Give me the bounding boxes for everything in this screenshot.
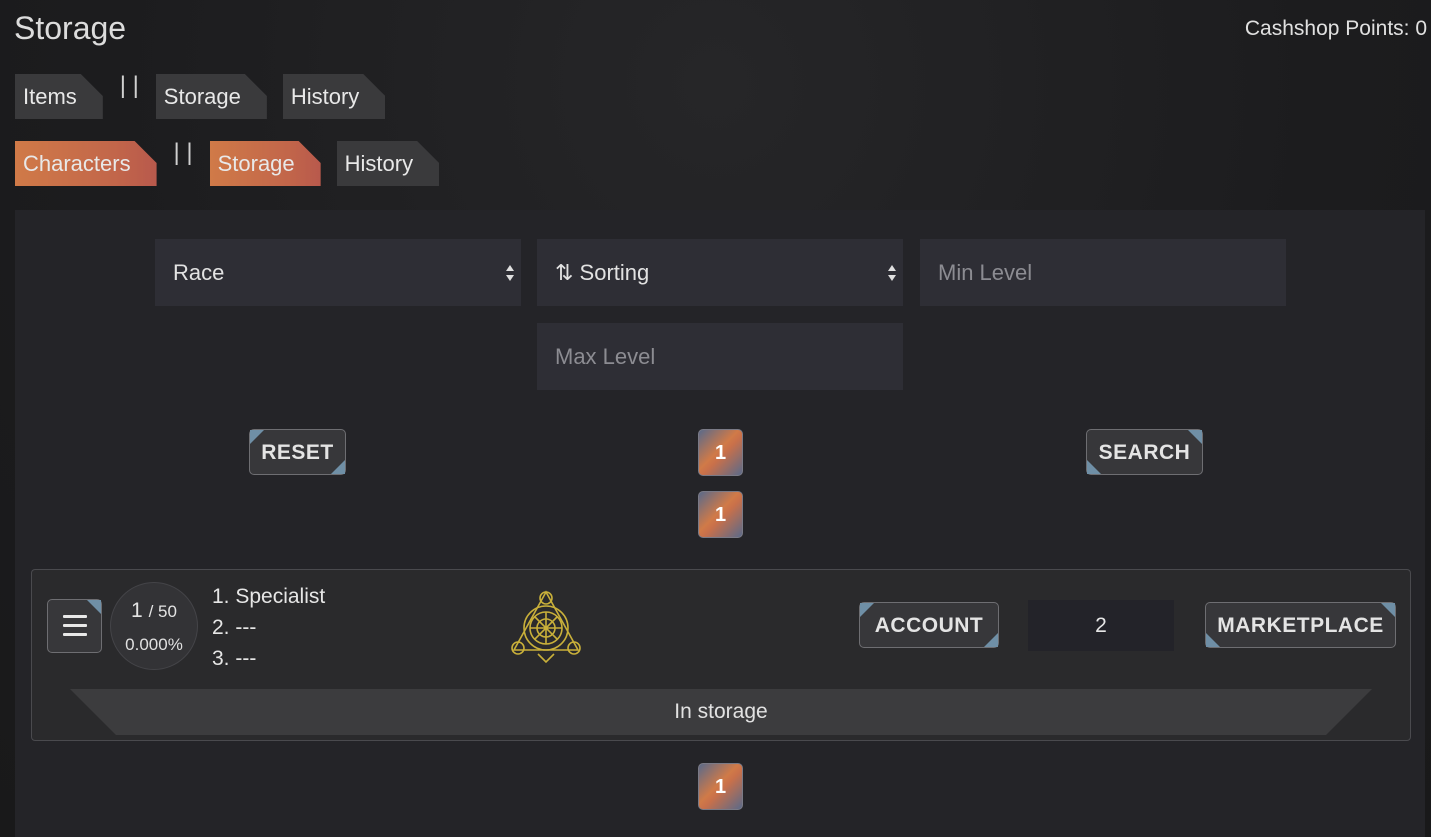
tab-items[interactable]: Items: [15, 74, 103, 119]
spec-item: 2. ---: [212, 616, 257, 639]
sorting-select-value: ⇅ Sorting: [555, 260, 650, 285]
search-button[interactable]: SEARCH: [1086, 429, 1203, 475]
filter-panel: Race ⇅ Sorting Min Level Max Level RESET…: [15, 210, 1425, 837]
character-card: 1 / 50 0.000% 1. Specialist 2. --- 3. --…: [31, 569, 1411, 741]
items-tab-row: Items | | Storage History: [15, 71, 385, 119]
quantity-display: 2: [1028, 600, 1174, 651]
class-emblem-icon: [511, 590, 581, 664]
page-title: Storage: [14, 10, 127, 46]
tab-items-history[interactable]: History: [283, 74, 385, 119]
tab-characters-history[interactable]: History: [337, 141, 439, 186]
tab-items-storage[interactable]: Storage: [156, 74, 267, 119]
status-bar: In storage: [70, 689, 1372, 735]
exp-percent: 0.000%: [125, 635, 183, 654]
select-caret-icon: [505, 265, 515, 281]
max-level-input[interactable]: Max Level: [537, 323, 903, 390]
race-select-value: Race: [173, 260, 225, 285]
account-button[interactable]: ACCOUNT: [859, 602, 999, 648]
character-menu-button[interactable]: [47, 599, 102, 653]
hamburger-menu-icon: [63, 615, 87, 637]
min-level-input[interactable]: Min Level: [920, 239, 1286, 306]
level-badge: 1 / 50 0.000%: [110, 582, 198, 670]
character-level: 1 / 50: [131, 599, 177, 622]
pagination-page-button[interactable]: 1: [698, 491, 743, 538]
spec-item: 3. ---: [212, 647, 257, 670]
characters-tab-row: Characters | | Storage History: [15, 138, 439, 186]
pagination-page-button-bottom[interactable]: 1: [698, 763, 743, 810]
sorting-select[interactable]: ⇅ Sorting: [537, 239, 903, 306]
marketplace-button[interactable]: MARKETPLACE: [1205, 602, 1396, 648]
spec-item: 1. Specialist: [212, 585, 326, 608]
max-level-placeholder: Max Level: [555, 344, 656, 369]
pagination-page-button[interactable]: 1: [698, 429, 743, 476]
tab-separator: | |: [173, 138, 193, 166]
select-caret-icon: [887, 265, 897, 281]
spec-list: 1. Specialist 2. --- 3. ---: [212, 581, 325, 674]
race-select[interactable]: Race: [155, 239, 521, 306]
tab-characters[interactable]: Characters: [15, 141, 157, 186]
cashshop-points: Cashshop Points: 0: [1244, 17, 1427, 40]
tab-separator: | |: [119, 71, 139, 99]
reset-button[interactable]: RESET: [249, 429, 346, 475]
min-level-placeholder: Min Level: [938, 260, 1033, 285]
tab-characters-storage[interactable]: Storage: [210, 141, 321, 186]
